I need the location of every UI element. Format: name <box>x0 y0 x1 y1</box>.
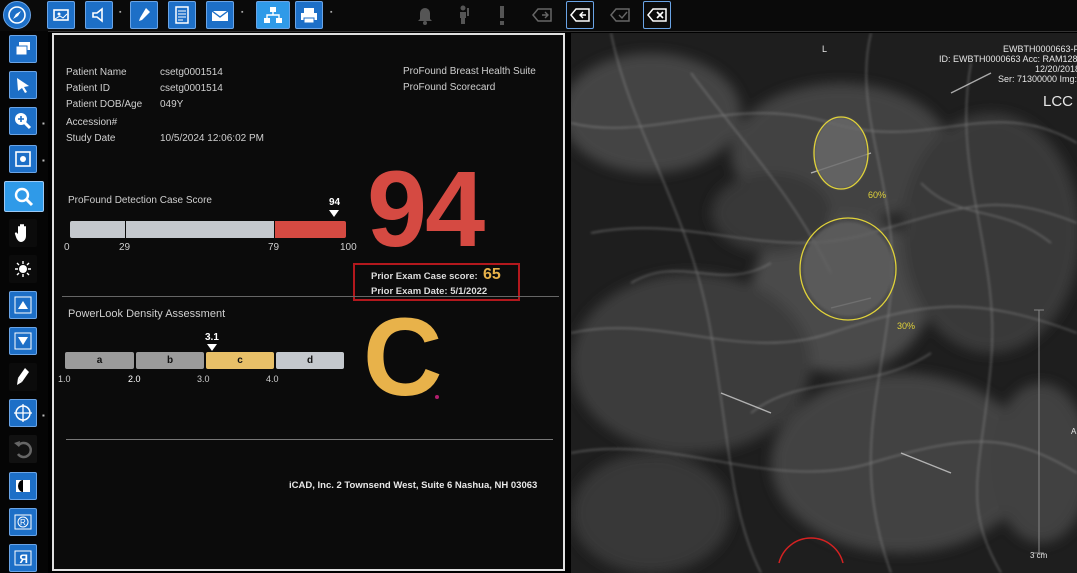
finding-1-percent: 60% <box>868 190 887 200</box>
printer-more-icon[interactable]: ▪ <box>330 9 334 16</box>
compass-icon[interactable] <box>3 1 31 29</box>
company-footer: iCAD, Inc. 2 Townsend West, Suite 6 Nash… <box>289 480 538 491</box>
prior-score-label: Prior Exam Case score: <box>371 271 478 282</box>
divider-2 <box>66 439 553 440</box>
detection-marker-value: 94 <box>329 197 341 208</box>
crosshair-icon[interactable] <box>9 399 37 427</box>
detection-tick-29: 29 <box>119 242 131 253</box>
up-arrow-icon[interactable] <box>9 291 37 319</box>
image-icon[interactable] <box>47 1 75 29</box>
speaker-more-icon[interactable]: ▪ <box>119 9 123 16</box>
scorecard-panel: Patient Name csetg0001514 Patient ID cse… <box>52 33 565 571</box>
microphone-icon[interactable] <box>130 1 158 29</box>
scorecard-title: ProFound Scorecard <box>403 82 496 93</box>
field-label-study-date: Study Date <box>66 133 116 144</box>
pen-icon[interactable] <box>9 363 37 391</box>
printer-icon[interactable] <box>295 1 323 29</box>
density-category-b: b <box>136 352 204 369</box>
detection-label: ProFound Detection Case Score <box>68 195 212 206</box>
layers-icon[interactable] <box>9 35 37 63</box>
density-tick-4: 4.0 <box>266 374 279 384</box>
speaker-icon[interactable] <box>85 1 113 29</box>
side-marker: A <box>1071 427 1077 436</box>
overlay-line-3: 12/20/2018 <box>1035 64 1077 74</box>
density-grade-big: C <box>363 296 443 419</box>
overlay-line-4: Ser: 71300000 Img: 72 <box>998 74 1077 84</box>
top-toolbar: ▪ ▪ ▪ <box>0 0 1077 32</box>
tag-in-icon[interactable] <box>566 1 594 29</box>
density-tick-3: 3.0 <box>197 374 210 384</box>
view-label: LCC <box>1043 93 1074 110</box>
field-value-patient-id: csetg0001514 <box>160 83 223 94</box>
r-marker-icon[interactable]: R <box>9 508 37 536</box>
density-tick-2: 2.0 <box>128 374 141 384</box>
magnifier-icon[interactable] <box>4 181 44 212</box>
envelope-more-icon[interactable]: ▪ <box>241 9 245 16</box>
detection-tick-0: 0 <box>64 242 70 253</box>
finding-overlay <box>778 116 1044 564</box>
detection-tick-100: 100 <box>340 242 357 253</box>
density-category-c: c <box>206 352 274 369</box>
field-label-patient-id: Patient ID <box>66 83 110 94</box>
mammogram-viewport[interactable]: L EWBTH0000663-F ID: EWBTH0000663 Acc: R… <box>571 33 1077 573</box>
field-value-patient-name: csetg0001514 <box>160 67 223 78</box>
brightness-icon[interactable] <box>9 255 37 283</box>
density-category-d: d <box>276 352 344 369</box>
field-value-dob: 049Y <box>160 99 184 110</box>
density-label: PowerLook Density Assessment <box>68 308 226 320</box>
detection-bar-low <box>70 221 125 238</box>
alert-icon <box>488 1 516 29</box>
detection-bar-high <box>275 221 346 238</box>
finding-2-circle <box>799 217 897 321</box>
svg-text:R: R <box>19 552 28 566</box>
hierarchy-icon[interactable] <box>256 1 290 29</box>
close-box-icon[interactable] <box>643 1 671 29</box>
field-label-accession: Accession# <box>66 117 118 128</box>
density-tick-1: 1.0 <box>58 374 71 384</box>
report-icon[interactable] <box>168 1 196 29</box>
field-value-study-date: 10/5/2024 12:06:02 PM <box>160 133 264 144</box>
density-category-a: a <box>65 352 134 369</box>
scale-label: 3 cm <box>1030 551 1048 560</box>
pointer-icon[interactable] <box>9 71 37 99</box>
detection-bar-mid <box>126 221 274 238</box>
density-dot <box>435 395 439 399</box>
detection-score-big: 94 <box>367 148 485 269</box>
tag-out-icon <box>528 1 556 29</box>
undo-icon <box>9 435 37 463</box>
svg-text:R: R <box>20 518 26 527</box>
magnify-more-icon[interactable]: ▪ <box>42 119 45 128</box>
mirror-r-icon[interactable]: R <box>9 544 37 572</box>
left-toolbar: ▪ ▪ ▪ R R <box>0 31 48 573</box>
density-marker-value: 3.1 <box>205 332 219 343</box>
field-label-dob: Patient DOB/Age <box>66 99 143 110</box>
density-marker-icon <box>207 344 217 351</box>
down-arrow-icon[interactable] <box>9 327 37 355</box>
laterality-marker: L <box>822 44 828 54</box>
person-icon <box>450 1 478 29</box>
field-label-patient-name: Patient Name <box>66 67 127 78</box>
detection-tick-79: 79 <box>268 242 280 253</box>
overlay-line-1: EWBTH0000663-F <box>1003 44 1077 54</box>
divider-1 <box>62 296 559 297</box>
bell-icon <box>411 1 439 29</box>
invert-icon[interactable] <box>9 472 37 500</box>
finding-2-percent: 30% <box>897 321 916 331</box>
magnify-plus-icon[interactable] <box>9 107 37 135</box>
finding-3-circle <box>778 537 844 564</box>
prior-score-value: 65 <box>483 266 501 283</box>
window-more-icon[interactable]: ▪ <box>42 156 45 165</box>
check-icon <box>606 1 634 29</box>
hand-icon[interactable] <box>9 219 37 247</box>
crosshair-more-icon[interactable]: ▪ <box>42 411 45 420</box>
suite-title: ProFound Breast Health Suite <box>403 66 536 77</box>
envelope-icon[interactable] <box>206 1 234 29</box>
overlay-line-2: ID: EWBTH0000663 Acc: RAM1282 <box>939 54 1077 64</box>
finding-1-circle <box>813 116 869 190</box>
detection-marker-icon <box>329 210 339 217</box>
auto-window-icon[interactable] <box>9 145 37 173</box>
